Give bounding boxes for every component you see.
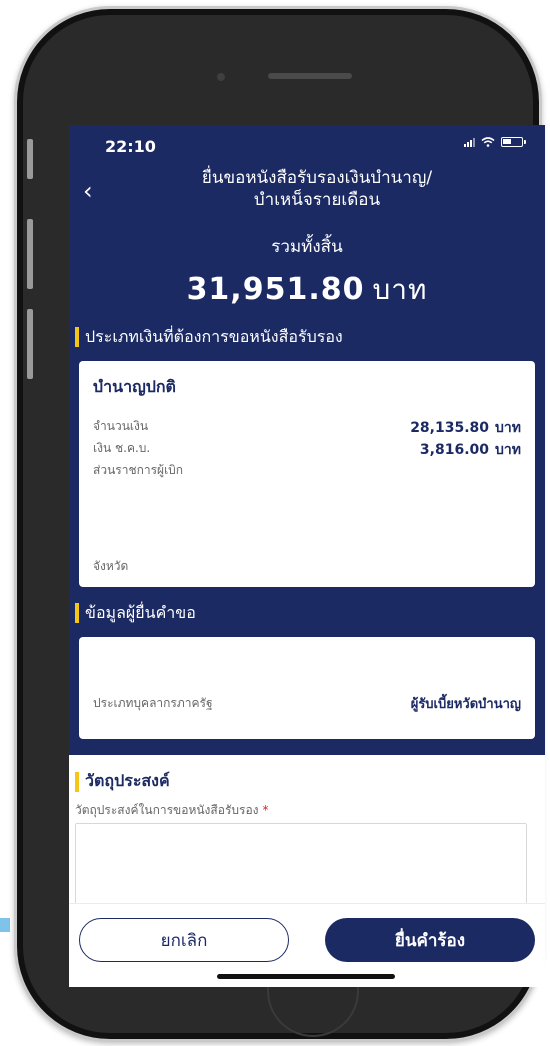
section-heading-text: ประเภทเงินที่ต้องการขอหนังสือรับรอง (85, 326, 343, 346)
app-screen: 22:10 ‹ ยื่นขอหนังสือรับรองเงินบำนาญ/ บำ… (69, 125, 545, 987)
section-accent-bar (75, 327, 79, 347)
chevron-left-icon[interactable]: ‹ (83, 177, 93, 205)
personnel-type-row: ประเภทบุคลากรภาครัฐ ผู้รับเบี้ยหวัดบำนาญ (93, 693, 521, 714)
disbursing-agency-label: ส่วนราชการผู้เบิก (93, 463, 184, 477)
amount-label: จำนวนเงิน (93, 419, 149, 433)
phone-frame: 22:10 ‹ ยื่นขอหนังสือรับรองเงินบำนาญ/ บำ… (14, 6, 545, 1042)
corner-mark (0, 918, 10, 932)
total-amount-unit: บาท (372, 273, 428, 306)
pension-type-title: บำนาญปกติ (93, 377, 176, 396)
nav-header: ‹ ยื่นขอหนังสือรับรองเงินบำนาญ/ บำเหน็จร… (69, 163, 545, 221)
home-indicator (217, 974, 395, 979)
status-bar: 22:10 (69, 125, 545, 163)
page-title: ยื่นขอหนังสือรับรองเงินบำนาญ/ บำเหน็จราย… (201, 168, 433, 210)
personnel-type-label: ประเภทบุคลากรภาครัฐ (93, 696, 213, 710)
section-heading-applicant: ข้อมูลผู้ยื่นคำขอ (75, 601, 196, 625)
cancel-button[interactable]: ยกเลิก (79, 918, 289, 962)
purpose-heading-text: วัตถุประสงค์ (85, 771, 170, 790)
mute-switch (27, 139, 33, 179)
purpose-heading: วัตถุประสงค์ (75, 769, 170, 794)
ckb-value: 3,816.00 บาท (419, 442, 521, 458)
status-icons (464, 137, 526, 147)
applicant-card: ประเภทบุคลากรภาครัฐ ผู้รับเบี้ยหวัดบำนาญ (79, 637, 535, 739)
disbursing-agency-row: ส่วนราชการผู้เบิก (93, 461, 521, 480)
total-amount-value: 31,951.80 (186, 272, 365, 307)
personnel-type-value: ผู้รับเบี้ยหวัดบำนาญ (410, 697, 521, 712)
pension-card: บำนาญปกติ จำนวนเงิน 28,135.80 บาท เงิน ช.… (79, 361, 535, 587)
section-heading-requested: ประเภทเงินที่ต้องการขอหนังสือรับรอง (75, 325, 343, 349)
ckb-row: เงิน ช.ค.บ. 3,816.00 บาท (93, 439, 521, 461)
volume-down-button (27, 309, 33, 379)
total-label: รวมทั้งสิ้น (271, 237, 343, 257)
required-mark: * (262, 803, 269, 817)
earpiece-speaker (268, 73, 352, 79)
purpose-textarea[interactable] (75, 823, 527, 913)
total-amount: 31,951.80 บาท (69, 268, 545, 312)
front-camera (217, 73, 225, 81)
action-bar: ยกเลิก ยื่นคำร้อง (69, 903, 545, 987)
amount-row: จำนวนเงิน 28,135.80 บาท (93, 417, 521, 439)
volume-up-button (27, 219, 33, 289)
purpose-field-label: วัตถุประสงค์ในการขอหนังสือรับรอง * (75, 803, 269, 817)
section-heading-text: ข้อมูลผู้ยื่นคำขอ (85, 602, 196, 622)
section-accent-bar (75, 603, 79, 623)
province-label: จังหวัด (93, 559, 129, 573)
status-time: 22:10 (105, 137, 156, 156)
amount-value: 28,135.80 บาท (410, 420, 521, 436)
section-accent-bar (75, 771, 79, 792)
ckb-label: เงิน ช.ค.บ. (93, 441, 151, 455)
total-summary: รวมทั้งสิ้น 31,951.80 บาท (69, 233, 545, 309)
cellular-signal-icon (464, 137, 475, 147)
wifi-icon (481, 137, 495, 147)
battery-icon (501, 137, 526, 147)
submit-request-button[interactable]: ยื่นคำร้อง (325, 918, 535, 962)
province-row: จังหวัด (93, 557, 521, 576)
page: 22:10 ‹ ยื่นขอหนังสือรับรองเงินบำนาญ/ บำ… (0, 0, 550, 1046)
